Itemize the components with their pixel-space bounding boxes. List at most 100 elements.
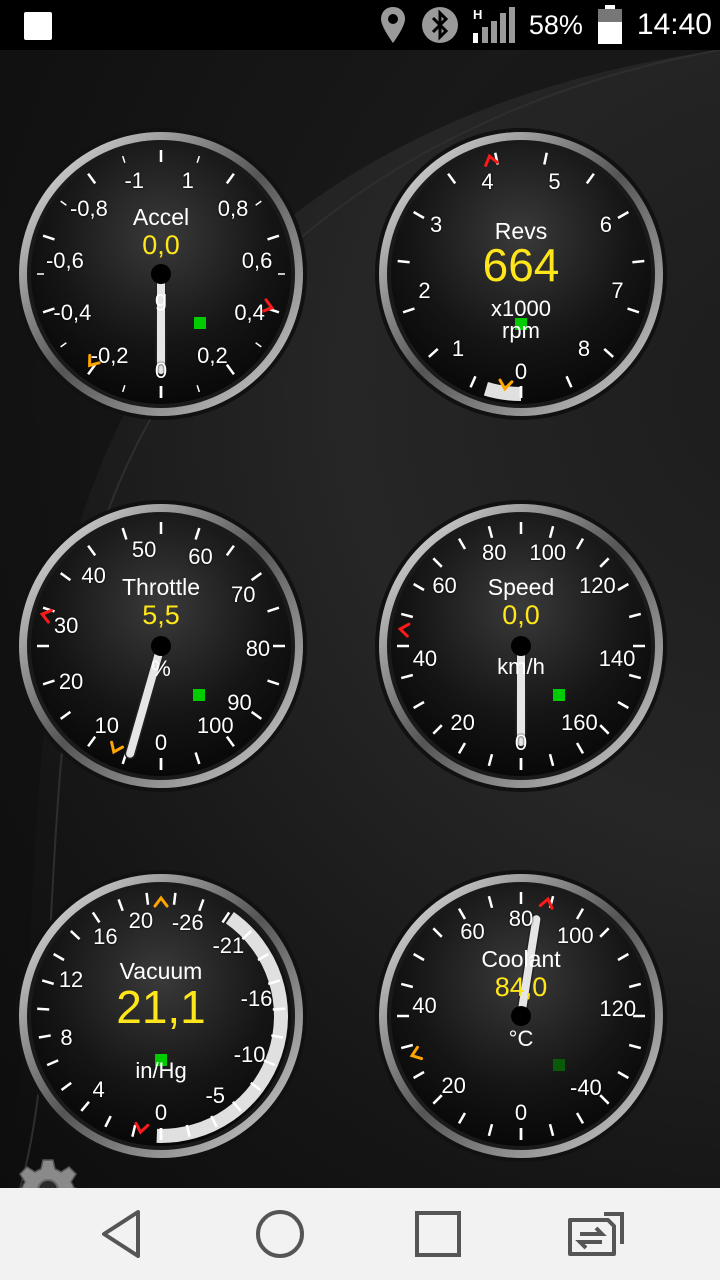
- gauge-unit-line2: rpm: [502, 318, 540, 343]
- network-type: H: [473, 7, 482, 22]
- scale-label: 5: [548, 168, 561, 194]
- scale-label: 60: [432, 573, 457, 599]
- battery-percent: 58%: [528, 9, 583, 40]
- scale-label: 0,6: [241, 247, 273, 273]
- scale-label: 100: [196, 713, 234, 739]
- scale-label: -16: [240, 986, 273, 1012]
- scale-label: 0,2: [197, 343, 228, 369]
- scale-label: 90: [227, 690, 252, 715]
- scale-label: -0,8: [69, 196, 108, 222]
- gauge-unit: °C: [508, 1026, 534, 1051]
- scale-label: 70: [231, 581, 256, 607]
- scale-label: 0,8: [217, 196, 249, 222]
- scale-label: 40: [81, 563, 106, 589]
- scale-label: -0,2: [90, 343, 129, 369]
- scale-label: 50: [131, 537, 157, 563]
- location-pin-icon: [380, 7, 405, 43]
- gauge-value: 664: [482, 239, 560, 291]
- scale-label: 0,4: [234, 300, 265, 326]
- recents-square-icon[interactable]: [406, 1202, 470, 1266]
- speed-gauge[interactable]: Speed 0,0 km/h 0 20 40 60 80 100 120 140 160: [373, 498, 669, 794]
- scale-label: 8: [60, 1024, 73, 1050]
- scale-label: 140: [598, 646, 636, 672]
- scale-label: 20: [128, 908, 154, 934]
- scale-label: 60: [460, 918, 485, 944]
- gauge-title: Accel: [132, 204, 190, 230]
- gauge-value: 0,0: [502, 600, 540, 630]
- scale-label: 80: [482, 539, 507, 565]
- bluetooth-icon: [421, 7, 458, 43]
- gauge-unit: g: [154, 286, 168, 311]
- scale-label: 7: [611, 278, 624, 304]
- coolant-gauge[interactable]: Coolant 84,0 °C 0 20 40 60 80 100 120 -40: [373, 868, 669, 1164]
- gauge-unit: in/Hg: [135, 1058, 187, 1083]
- throttle-gauge[interactable]: Throttle 5,5 % 0 10 20 30 40 50 60 70 80 90 100: [13, 498, 309, 794]
- clock: 14:40: [636, 8, 712, 41]
- gauge-title: Throttle: [122, 574, 200, 600]
- gauge-unit: km/h: [497, 654, 545, 679]
- gear-icon[interactable]: [14, 1156, 82, 1188]
- scale-label: 0: [514, 359, 528, 384]
- scale-label: 20: [441, 1072, 466, 1098]
- scale-label: 120: [579, 573, 616, 599]
- scale-label: 3: [430, 212, 443, 237]
- scale-label: 8: [577, 336, 591, 362]
- status-indicator: [553, 1059, 565, 1071]
- scale-label: 0: [154, 358, 168, 383]
- scale-label: 0: [514, 730, 528, 755]
- vacuum-gauge[interactable]: Vacuum 21,1 in/Hg 0 4 8 12 16 20 -26 -21 -16 -10-…: [13, 868, 309, 1164]
- scale-label: 4: [92, 1077, 105, 1103]
- scale-label: 20: [58, 669, 84, 695]
- scale-label: 100: [556, 922, 594, 948]
- scale-label: -0,6: [45, 247, 84, 273]
- status-indicator: [193, 689, 205, 701]
- revs-gauge[interactable]: Revs 664 x1000 rpm 012345678: [373, 126, 669, 422]
- scale-label: 0: [154, 1100, 168, 1125]
- scale-label: -0,4: [53, 300, 92, 326]
- gauge-unit: %: [151, 656, 171, 681]
- scale-label: -40: [569, 1075, 602, 1101]
- gauge-title: Coolant: [481, 946, 561, 972]
- status-indicator: [194, 317, 206, 329]
- signal-icon: H: [472, 7, 515, 43]
- notification-square-icon: [24, 12, 52, 40]
- scale-label: -1: [124, 167, 145, 193]
- scale-label: 40: [412, 992, 437, 1018]
- scale-label: 60: [188, 544, 213, 570]
- gauge-unit: x1000 rpm: [491, 298, 551, 342]
- gauge-title: Speed: [487, 574, 555, 600]
- scale-label: 20: [450, 710, 475, 736]
- scale-label: -26: [171, 909, 204, 935]
- scale-label: 12: [58, 966, 84, 992]
- gauge-value: 84,0: [494, 972, 548, 1002]
- scale-label: 0: [154, 730, 168, 755]
- scale-label: 1: [451, 336, 465, 362]
- scale-label: 10: [94, 713, 119, 739]
- scale-label: 40: [412, 646, 438, 672]
- status-bar: H 58% 14:40: [0, 0, 720, 50]
- scale-label: 80: [245, 636, 271, 662]
- scale-label: 4: [481, 168, 494, 194]
- scale-label: 2: [418, 278, 431, 304]
- gauge-value: 5,5: [142, 600, 180, 630]
- scale-label: 30: [53, 612, 79, 638]
- accel-gauge[interactable]: Accel 0,0 g 1 -1 0,8 -0,8 0,6 -0,6 0,4 -0,4 0,2 -…: [13, 126, 309, 422]
- home-circle-icon[interactable]: [248, 1202, 312, 1266]
- scale-label: -21: [212, 933, 245, 959]
- battery-icon: [597, 5, 622, 44]
- gauge-value: 21,1: [116, 981, 206, 1033]
- scale-label: 16: [93, 923, 118, 949]
- scale-label: -10: [233, 1042, 266, 1068]
- dashboard-screen[interactable]: Accel 0,0 g 1 -1 0,8 -0,8 0,6 -0,6 0,4 -0,4 0,2 -…: [0, 50, 720, 1188]
- scale-label: 1: [181, 167, 194, 193]
- gauge-value: 0,0: [142, 230, 180, 260]
- scale-label: 6: [599, 212, 612, 237]
- scale-label: -5: [205, 1083, 226, 1109]
- scale-label: 0: [514, 1100, 528, 1125]
- navigation-bar: [0, 1188, 720, 1280]
- scale-label: 120: [599, 996, 637, 1022]
- back-triangle-icon[interactable]: [90, 1202, 154, 1266]
- gauge-unit-line1: x1000: [491, 296, 551, 321]
- scale-label: 160: [561, 710, 598, 736]
- switch-apps-icon[interactable]: [564, 1202, 628, 1266]
